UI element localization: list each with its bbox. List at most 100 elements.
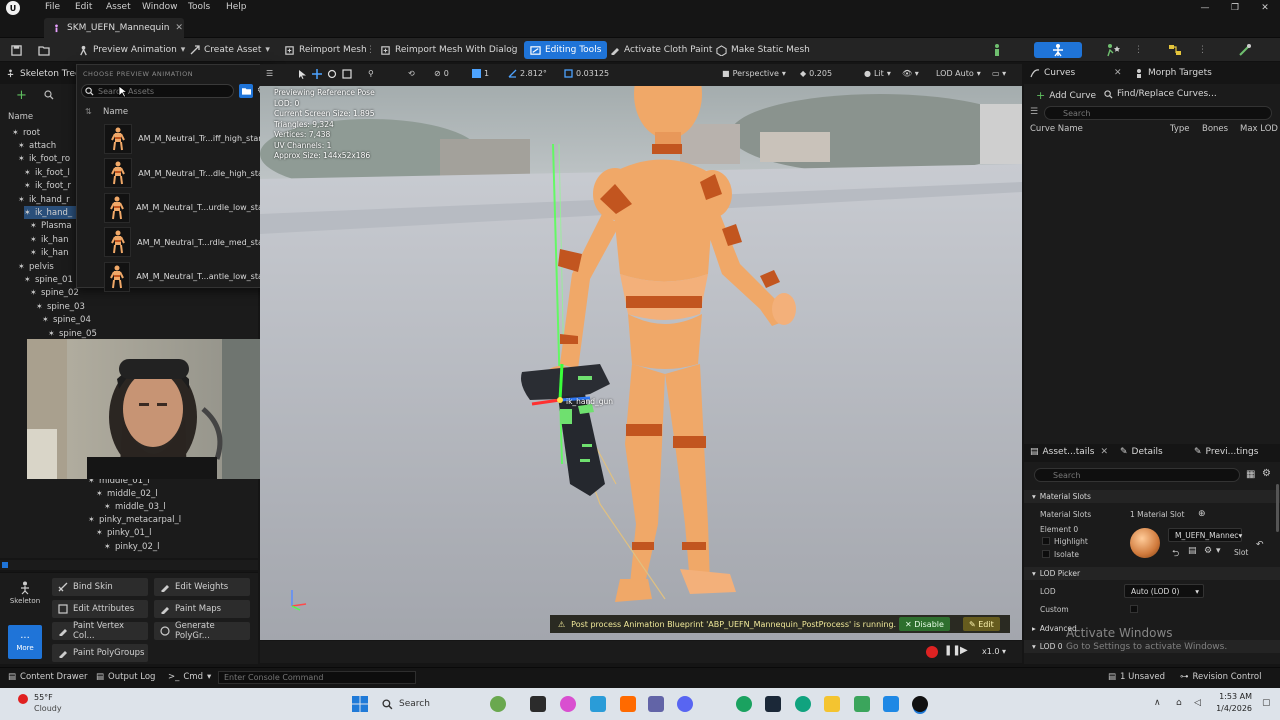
reimport-mesh-button[interactable]: Reimport Mesh xyxy=(284,42,367,58)
reimport-mesh-dialog-button[interactable]: Reimport Mesh With Dialog xyxy=(380,42,517,58)
unsaved-indicator[interactable]: ▤ 1 Unsaved xyxy=(1108,672,1165,682)
skeleton-tree-row[interactable]: ✶ spine_03 xyxy=(36,300,258,313)
network-icon[interactable]: ⌂ xyxy=(1176,698,1182,708)
volume-icon[interactable]: ◁ xyxy=(1194,698,1201,708)
menu-edit[interactable]: Edit xyxy=(75,2,92,12)
skeleton-tree-row[interactable]: ✶ pinky_02_l xyxy=(104,540,159,553)
photos-icon[interactable] xyxy=(883,696,899,712)
asset-list-item[interactable]: AM_M_Neutral_T...urdle_low_stand xyxy=(77,191,273,224)
skeleton-tree-row[interactable]: ✶ pinky_metacarpal_l xyxy=(88,514,181,527)
select-mode-icon[interactable] xyxy=(298,69,307,79)
taskbar-search-button[interactable]: Search xyxy=(382,695,430,713)
skeleton-tree-row[interactable]: ✶ pinky_01_l xyxy=(96,527,151,540)
material-dropdown-icon[interactable]: ▾ xyxy=(1216,546,1221,556)
grid-snap-icon[interactable]: 1 xyxy=(472,69,489,78)
close-curves-tab-icon[interactable]: ✕ xyxy=(1114,68,1122,78)
details-settings-icon[interactable]: ⚙ xyxy=(1262,468,1271,479)
editing-tools-button[interactable]: Editing Tools xyxy=(524,41,608,59)
highlight-checkbox[interactable] xyxy=(1042,537,1050,545)
perspective-dropdown[interactable]: ■ Perspective ▾ xyxy=(722,69,786,78)
notifications-icon[interactable]: ▢ xyxy=(1262,698,1271,708)
reset-icon[interactable]: ↶ xyxy=(1256,540,1264,550)
find-replace-curves-button[interactable]: Find/Replace Curves... xyxy=(1104,89,1217,99)
preview-settings-tab[interactable]: ✎ Previ...tings xyxy=(1194,447,1258,457)
curve-name-column[interactable]: Curve Name xyxy=(1030,124,1083,134)
pause-button[interactable]: ❚❚ xyxy=(944,645,961,656)
animation-mode-icon[interactable] xyxy=(1098,42,1128,58)
menu-window[interactable]: Window xyxy=(142,2,178,12)
use-selected-icon[interactable]: ⮌ xyxy=(1172,546,1179,562)
physics-mode-icon[interactable] xyxy=(1230,42,1260,58)
create-asset-button[interactable]: Create Asset ▾ xyxy=(190,42,270,58)
toolbar-options-icon[interactable]: ⋮ xyxy=(1134,42,1143,58)
camera-speed-control[interactable]: ◆ 0.205 xyxy=(800,69,832,78)
browse-material-icon[interactable]: ▤ xyxy=(1188,546,1197,556)
surface-snap-icon[interactable]: ⊘ 0 xyxy=(434,69,449,78)
toolbar-options-icon[interactable]: ⋮ xyxy=(366,42,375,58)
clock-date[interactable]: 1/4/2026 xyxy=(1210,704,1252,713)
isolate-checkbox[interactable] xyxy=(1042,550,1050,558)
menu-asset[interactable]: Asset xyxy=(106,2,131,12)
lod-picker-section[interactable]: ▾ LOD Picker xyxy=(1024,567,1280,580)
skeleton-tree-row[interactable]: ✶ spine_04 xyxy=(42,314,258,327)
save-icon[interactable] xyxy=(4,42,28,58)
toolbar-options-icon[interactable]: ⋮ xyxy=(508,42,517,58)
office-icon[interactable] xyxy=(620,696,636,712)
more-tools-button[interactable]: ··· More xyxy=(8,625,42,659)
asset-list-item[interactable]: AM_M_Neutral_T...rdle_med_stand xyxy=(77,226,273,259)
details-tab[interactable]: ✎ Details xyxy=(1120,447,1163,457)
copilot-icon[interactable] xyxy=(560,696,576,712)
revision-control-button[interactable]: ⊶ Revision Control xyxy=(1180,672,1261,682)
menu-tools[interactable]: Tools xyxy=(188,2,210,12)
mesh-mode-icon[interactable] xyxy=(1034,42,1082,58)
panel-splitter[interactable] xyxy=(0,560,258,570)
browse-icon[interactable] xyxy=(32,42,56,58)
filter-icon[interactable]: ☰ xyxy=(1030,107,1038,117)
chatgpt-icon[interactable] xyxy=(795,696,811,712)
cmd-dropdown[interactable]: >_ Cmd ▾ xyxy=(168,672,211,682)
add-curve-button[interactable]: + Add Curve xyxy=(1036,89,1096,102)
pivot-icon[interactable]: ⚲ xyxy=(368,69,374,78)
curve-bones-column[interactable]: Bones xyxy=(1202,124,1228,134)
menu-help[interactable]: Help xyxy=(226,2,247,12)
lod-selector[interactable]: Auto (LOD 0) ▾ xyxy=(1124,584,1204,598)
teams-icon[interactable] xyxy=(648,696,664,712)
make-static-mesh-button[interactable]: Make Static Mesh xyxy=(716,42,810,58)
bind-skin-button[interactable]: Bind Skin xyxy=(52,578,148,596)
add-socket-icon[interactable]: + xyxy=(16,88,27,103)
asset-details-tab[interactable]: ▤ Asset...tails ✕ xyxy=(1030,447,1108,457)
curves-search-input[interactable]: Search xyxy=(1044,106,1272,120)
material-thumbnail[interactable] xyxy=(1130,528,1160,558)
skeleton-tree-row[interactable]: ✶ middle_02_l xyxy=(96,487,158,500)
document-tab[interactable]: SKM_UEFN_Mannequin ✕ xyxy=(44,18,184,38)
morph-targets-tab[interactable]: Morph Targets xyxy=(1134,68,1212,78)
asset-list-item[interactable]: AM_M_Neutral_Tr...iff_high_standF xyxy=(77,122,273,155)
calculator-icon[interactable] xyxy=(590,696,606,712)
material-slots-section[interactable]: ▾ Material Slots xyxy=(1024,490,1280,503)
translate-mode-icon[interactable] xyxy=(312,69,322,79)
add-material-slot-icon[interactable]: ⊕ xyxy=(1198,509,1206,519)
unreal-logo-icon[interactable]: U xyxy=(6,1,20,15)
edit-weights-button[interactable]: Edit Weights xyxy=(154,578,250,596)
viewport-layout-icon[interactable]: ▭ ▾ xyxy=(992,69,1006,78)
scale-snap-icon[interactable]: 0.03125 xyxy=(564,69,609,78)
playback-speed[interactable]: x1.0 ▾ xyxy=(982,647,1006,656)
view-options-icon[interactable]: ▦ xyxy=(1246,469,1255,480)
curve-type-column[interactable]: Type xyxy=(1170,124,1190,134)
skeleton-tree-row[interactable]: ✶ middle_03_l xyxy=(104,500,166,513)
curve-max-lod-column[interactable]: Max LOD xyxy=(1240,124,1278,134)
console-command-input[interactable] xyxy=(218,671,416,684)
rotate-mode-icon[interactable] xyxy=(327,69,337,79)
skeleton-mode-icon[interactable] xyxy=(982,42,1012,58)
details-scrollbar[interactable] xyxy=(1276,484,1279,532)
paint-polygroups-button[interactable]: Paint PolyGroups xyxy=(52,644,148,662)
record-button[interactable] xyxy=(926,646,938,658)
preview-animation-button[interactable]: Preview Animation ▾ xyxy=(78,42,185,58)
viewport-options-icon[interactable]: ☰ xyxy=(266,69,273,78)
task-view-icon[interactable] xyxy=(530,696,546,712)
paint-maps-button[interactable]: Paint Maps xyxy=(154,600,250,618)
minimize-button[interactable]: — xyxy=(1190,0,1220,16)
weather-widget[interactable] xyxy=(10,692,32,714)
rotation-snap-icon[interactable]: 2.812° xyxy=(508,69,547,78)
filter-folder-icon[interactable] xyxy=(239,84,253,98)
